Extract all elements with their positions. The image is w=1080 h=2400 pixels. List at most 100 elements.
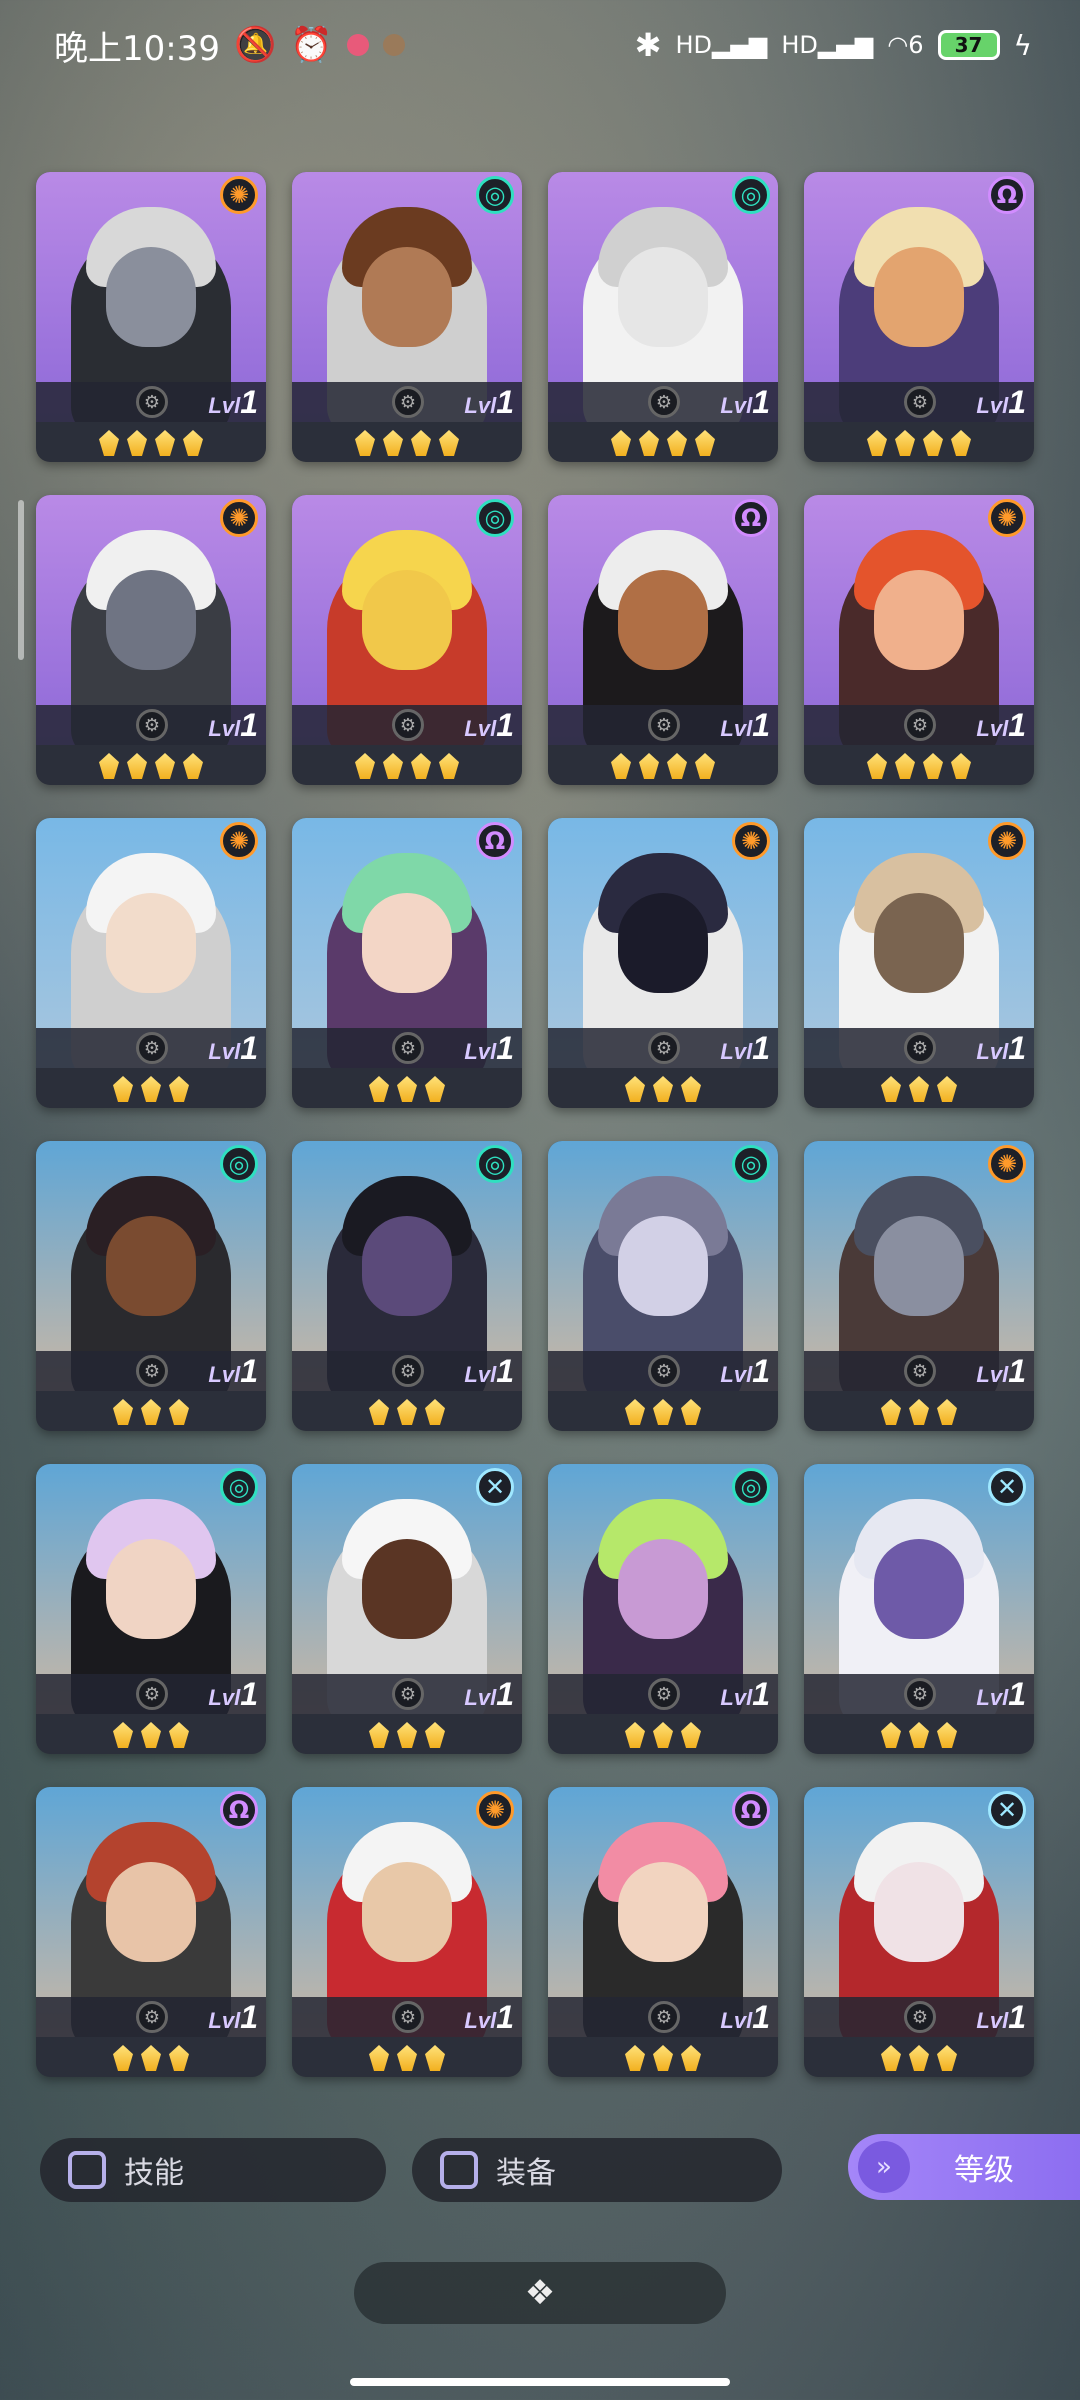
sun-element-icon: ✺ (988, 822, 1026, 860)
hero-card[interactable]: Ω ⚙ Lvl1 (36, 1787, 266, 2077)
star-icon (681, 2045, 701, 2071)
hero-face (874, 1862, 964, 1962)
hero-grid: ✺ ⚙ Lvl1 ◎ ⚙ Lvl1 ◎ ⚙ Lvl1 Ω ⚙ Lvl1 ✺ ⚙ Lvl1 ◎ ⚙ Lvl1 Ω ⚙ Lv… (36, 172, 1046, 2077)
star-rating (804, 1393, 1034, 1431)
level-label: Lvl (720, 1685, 753, 1710)
star-icon (667, 430, 687, 456)
hero-face (618, 570, 708, 670)
equipment-slot-icon: ⚙ (648, 1678, 680, 1710)
level-value: 1 (240, 707, 258, 743)
star-icon (155, 753, 175, 779)
hero-card[interactable]: ◎ ⚙ Lvl1 (36, 1464, 266, 1754)
hero-card[interactable]: ◎ ⚙ Lvl1 (292, 495, 522, 785)
level-value: 1 (752, 1999, 770, 2035)
hero-card[interactable]: ✕ ⚙ Lvl1 (804, 1787, 1034, 2077)
hero-card[interactable]: ✺ ⚙ Lvl1 (804, 818, 1034, 1108)
wifi-icon: ◠6 (887, 31, 924, 59)
hero-face (874, 247, 964, 347)
star-icon (169, 1076, 189, 1102)
hero-face (618, 893, 708, 993)
hero-card[interactable]: ◎ ⚙ Lvl1 (36, 1141, 266, 1431)
level-value: 1 (752, 707, 770, 743)
drawer-toggle-button[interactable]: ❖ (354, 2262, 726, 2324)
level-value: 1 (752, 384, 770, 420)
hero-level: Lvl1 (720, 1676, 770, 1713)
level-value: 1 (240, 1030, 258, 1066)
cross-element-icon: ✕ (476, 1468, 514, 1506)
scroll-indicator[interactable] (18, 500, 24, 660)
star-icon (667, 753, 687, 779)
skill-checkbox[interactable] (68, 2151, 106, 2189)
hero-card[interactable]: ✺ ⚙ Lvl1 (36, 495, 266, 785)
star-icon (183, 430, 203, 456)
hero-level: Lvl1 (976, 384, 1026, 421)
star-icon (639, 753, 659, 779)
equipment-slot-icon: ⚙ (392, 2001, 424, 2033)
hero-face (362, 247, 452, 347)
hero-card[interactable]: ✺ ⚙ Lvl1 (36, 818, 266, 1108)
hero-face (618, 1539, 708, 1639)
star-rating (548, 1716, 778, 1754)
hero-card[interactable]: ✺ ⚙ Lvl1 (36, 172, 266, 462)
star-rating (804, 1070, 1034, 1108)
star-rating (292, 1070, 522, 1108)
omega-element-icon: Ω (476, 822, 514, 860)
skill-filter[interactable]: 技能 (40, 2138, 386, 2202)
hero-card[interactable]: ✺ ⚙ Lvl1 (804, 1141, 1034, 1431)
hero-card[interactable]: ✺ ⚙ Lvl1 (804, 495, 1034, 785)
equipment-slot-icon: ⚙ (648, 2001, 680, 2033)
star-icon (923, 430, 943, 456)
hero-level: Lvl1 (976, 1353, 1026, 1390)
star-rating (36, 747, 266, 785)
omega-element-icon: Ω (732, 499, 770, 537)
level-label: Lvl (464, 393, 497, 418)
star-icon (355, 430, 375, 456)
hero-card[interactable]: Ω ⚙ Lvl1 (548, 1787, 778, 2077)
swirl-element-icon: ◎ (220, 1468, 258, 1506)
equipment-slot-icon: ⚙ (136, 1678, 168, 1710)
level-value: 1 (496, 1676, 514, 1712)
level-label: Lvl (976, 2008, 1009, 2033)
hero-card[interactable]: ✕ ⚙ Lvl1 (292, 1464, 522, 1754)
hero-card[interactable]: ✺ ⚙ Lvl1 (548, 818, 778, 1108)
omega-element-icon: Ω (220, 1791, 258, 1829)
hero-face (106, 893, 196, 993)
hero-card[interactable]: ◎ ⚙ Lvl1 (548, 172, 778, 462)
equipment-slot-icon: ⚙ (904, 1678, 936, 1710)
star-icon (155, 430, 175, 456)
level-sort-button[interactable]: » 等级 (848, 2134, 1080, 2200)
level-label: Lvl (208, 1685, 241, 1710)
equipment-filter[interactable]: 装备 (412, 2138, 782, 2202)
hero-card[interactable]: Ω ⚙ Lvl1 (548, 495, 778, 785)
app-notification-icon (346, 34, 369, 56)
hero-card[interactable]: ◎ ⚙ Lvl1 (548, 1141, 778, 1431)
star-rating (292, 1716, 522, 1754)
home-indicator[interactable] (350, 2378, 730, 2386)
star-icon (937, 1399, 957, 1425)
equipment-checkbox[interactable] (440, 2151, 478, 2189)
star-icon (183, 753, 203, 779)
hero-face (106, 1862, 196, 1962)
hero-face (874, 1539, 964, 1639)
hero-face (362, 1862, 452, 1962)
star-icon (383, 753, 403, 779)
hero-card[interactable]: ✺ ⚙ Lvl1 (292, 1787, 522, 2077)
level-label: Lvl (208, 2008, 241, 2033)
swirl-element-icon: ◎ (732, 1468, 770, 1506)
hero-card[interactable]: ◎ ⚙ Lvl1 (292, 172, 522, 462)
hero-card[interactable]: Ω ⚙ Lvl1 (292, 818, 522, 1108)
star-icon (127, 430, 147, 456)
star-rating (804, 2039, 1034, 2077)
star-rating (548, 424, 778, 462)
star-icon (653, 1722, 673, 1748)
hero-card[interactable]: ◎ ⚙ Lvl1 (292, 1141, 522, 1431)
level-label: Lvl (464, 1039, 497, 1064)
hero-card[interactable]: Ω ⚙ Lvl1 (804, 172, 1034, 462)
hero-face (106, 1216, 196, 1316)
sun-element-icon: ✺ (220, 499, 258, 537)
hero-card[interactable]: ✕ ⚙ Lvl1 (804, 1464, 1034, 1754)
star-icon (653, 1399, 673, 1425)
hero-level: Lvl1 (976, 707, 1026, 744)
hero-card[interactable]: ◎ ⚙ Lvl1 (548, 1464, 778, 1754)
hero-face (362, 893, 452, 993)
